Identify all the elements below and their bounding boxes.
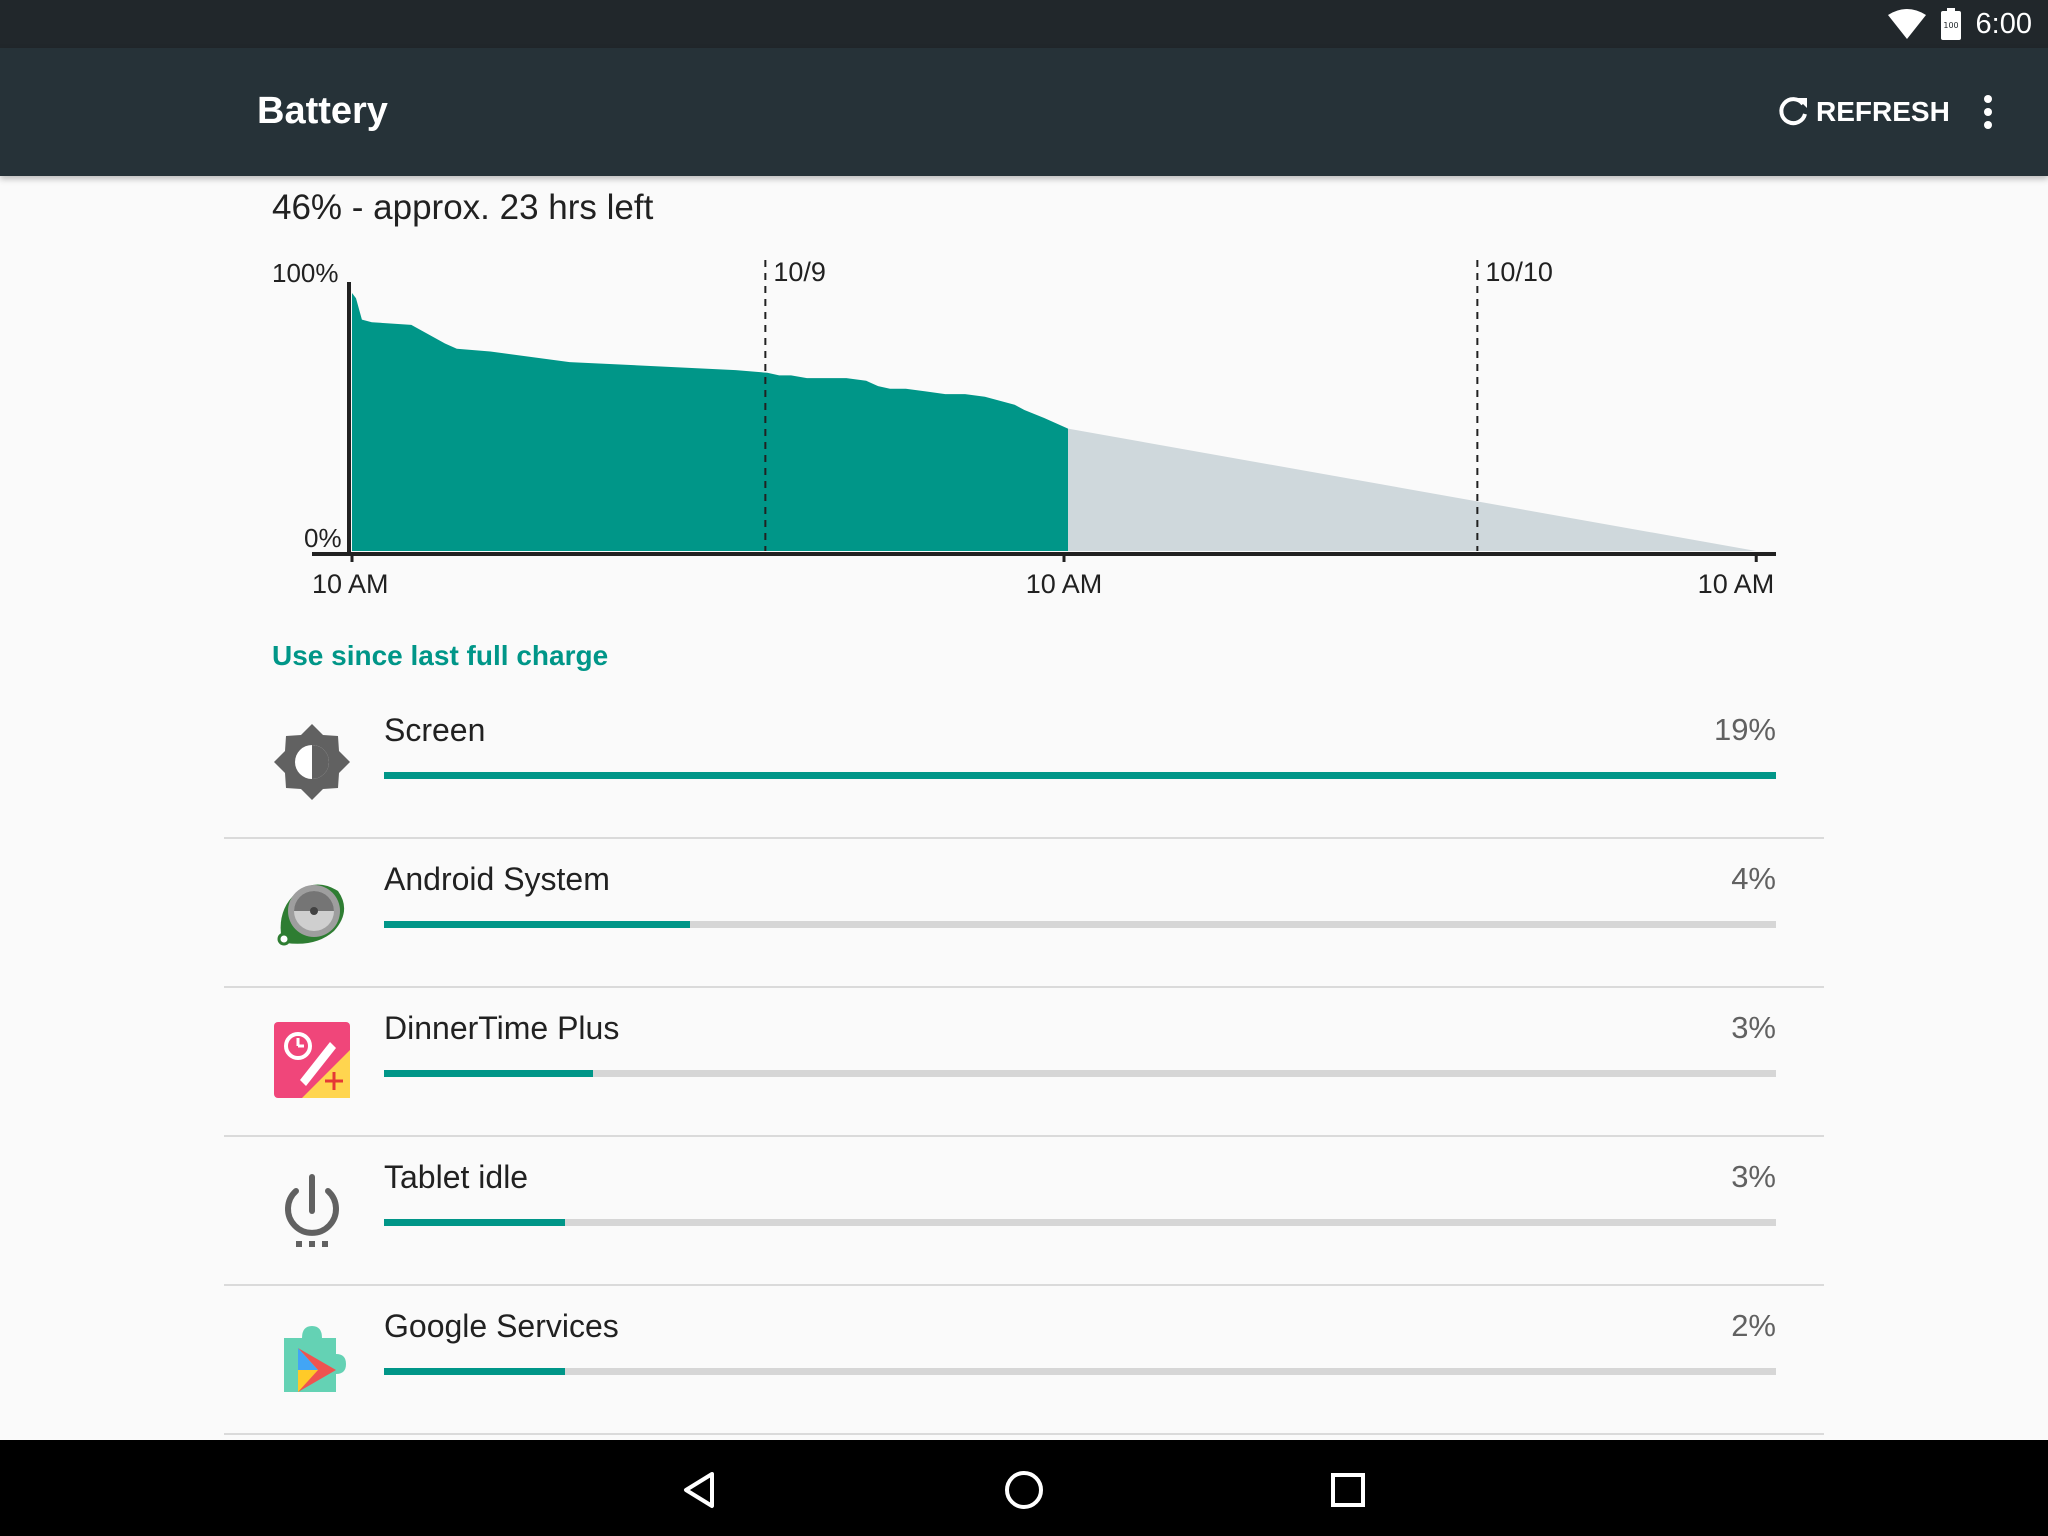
battery-summary: 46% - approx. 23 hrs left xyxy=(272,188,654,227)
day-marker-label: 10/9 xyxy=(773,257,826,287)
refresh-button[interactable]: REFRESH xyxy=(1776,88,1950,136)
usage-bar-fill xyxy=(384,772,1776,779)
navigation-bar xyxy=(0,1440,2048,1536)
usage-percent: 19% xyxy=(1713,712,1776,747)
usage-list: Screen 19% Android System 4% DinnerTime … xyxy=(224,690,1824,1435)
list-item[interactable]: DinnerTime Plus 3% xyxy=(224,988,1824,1137)
recents-icon[interactable] xyxy=(1318,1460,1378,1520)
usage-bar xyxy=(384,921,1776,928)
dinnertime-plus-icon xyxy=(272,1020,352,1100)
overflow-menu-icon[interactable] xyxy=(1970,90,2006,134)
usage-bar xyxy=(384,772,1776,779)
battery-level-text: 100 xyxy=(1943,21,1958,30)
app-bar: Battery REFRESH xyxy=(0,48,2048,176)
battery-icon: 100 xyxy=(1940,8,1961,40)
refresh-icon xyxy=(1779,97,1807,126)
wifi-icon xyxy=(1887,9,1926,39)
usage-bar-fill xyxy=(384,1368,565,1375)
android-system-icon xyxy=(272,871,352,951)
status-icons: 100 6:00 xyxy=(1887,0,2032,48)
usage-bar xyxy=(384,1219,1776,1226)
usage-label: Android System xyxy=(384,861,610,897)
google-services-icon xyxy=(272,1318,352,1398)
x-tick-label: 10 AM xyxy=(1026,569,1103,599)
usage-label: Tablet idle xyxy=(384,1159,529,1195)
y-axis-label-min: 0% xyxy=(304,523,342,553)
usage-label: Screen xyxy=(384,712,486,748)
battery-history-chart: 10/9 10/10 100% 0% 10 AM 10 AM 10 AM xyxy=(272,257,1776,599)
section-header: Use since last full charge xyxy=(272,640,609,671)
brightness-icon xyxy=(272,722,352,802)
x-tick-label: 10 AM xyxy=(1698,569,1775,599)
projected-discharge-area xyxy=(1068,428,1757,551)
usage-bar-fill xyxy=(384,1219,565,1226)
usage-bar-fill xyxy=(384,921,691,928)
usage-percent: 2% xyxy=(1731,1308,1776,1343)
day-marker-label: 10/10 xyxy=(1485,257,1553,287)
list-item[interactable]: Android System 4% xyxy=(224,839,1824,988)
status-bar: 100 6:00 xyxy=(0,0,2048,48)
usage-percent: 3% xyxy=(1731,1010,1776,1045)
list-item[interactable]: Screen 19% xyxy=(224,690,1824,839)
recorded-battery-area xyxy=(352,293,1068,551)
usage-percent: 3% xyxy=(1731,1159,1776,1194)
y-axis-label-max: 100% xyxy=(272,258,339,288)
page-title: Battery xyxy=(257,90,388,132)
list-item[interactable]: Google Services 2% xyxy=(224,1286,1824,1435)
power-idle-icon xyxy=(272,1169,352,1249)
usage-bar xyxy=(384,1368,1776,1375)
x-tick-label: 10 AM xyxy=(312,569,389,599)
refresh-label: REFRESH xyxy=(1816,96,1950,127)
usage-label: Google Services xyxy=(384,1308,619,1344)
clock: 6:00 xyxy=(1975,7,2032,40)
usage-bar-fill xyxy=(384,1070,593,1077)
usage-label: DinnerTime Plus xyxy=(384,1010,620,1046)
list-item[interactable]: Tablet idle 3% xyxy=(224,1137,1824,1286)
home-icon[interactable] xyxy=(994,1460,1054,1520)
back-icon[interactable] xyxy=(670,1460,730,1520)
usage-percent: 4% xyxy=(1731,861,1776,896)
usage-bar xyxy=(384,1070,1776,1077)
